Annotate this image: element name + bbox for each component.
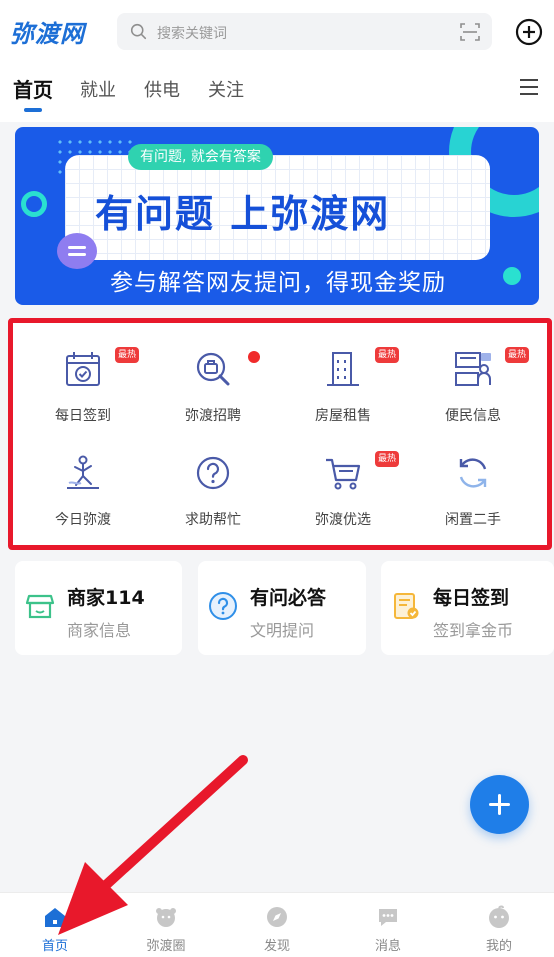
banner-headline: 有问题 上弥渡网 (95, 192, 391, 236)
post-fab-button[interactable] (470, 775, 529, 834)
checkin-icon (394, 593, 419, 619)
nav-messages[interactable]: 消息 (333, 893, 443, 957)
nav-label: 消息 (374, 939, 401, 954)
service-desk-icon (455, 352, 491, 386)
channel-tabs: 首页 就业 供电 关注 (0, 72, 554, 112)
tab-power[interactable]: 供电 (144, 76, 180, 102)
building-icon (327, 352, 359, 386)
grid-label: 弥渡招聘 (185, 408, 241, 424)
message-icon (379, 909, 397, 926)
discover-icon (267, 907, 287, 927)
home-icon (45, 908, 65, 927)
card-subtitle: 文明提问 (250, 621, 315, 640)
active-tab-indicator (24, 108, 42, 112)
bottom-navigation: 首页 弥渡圈 发现 消息 我的 (0, 892, 554, 957)
nav-community[interactable]: 弥渡圈 (111, 893, 221, 957)
nav-label: 首页 (41, 939, 68, 954)
hot-badge: 最热 (375, 347, 400, 363)
add-circle-icon[interactable] (515, 18, 543, 46)
nav-profile[interactable]: 我的 (444, 893, 554, 957)
community-icon (156, 908, 176, 927)
tab-home[interactable]: 首页 (13, 74, 53, 103)
card-subtitle: 商家信息 (67, 621, 132, 640)
grid-item-housing[interactable]: 最热 房屋租售 (283, 339, 403, 429)
nav-label: 弥渡圈 (146, 939, 186, 954)
recycle-icon (459, 458, 487, 488)
menu-icon[interactable] (519, 78, 539, 96)
top-bar: 弥渡网 搜索关键词 首页 就业 供电 关注 (0, 0, 554, 122)
grid-item-recruit[interactable]: 弥渡招聘 (153, 339, 273, 429)
card-title: 有问必答 (250, 587, 327, 609)
profile-icon (489, 905, 509, 928)
decor-circle-small (503, 267, 521, 285)
grid-label: 弥渡优选 (315, 512, 371, 528)
hot-badge: 最热 (505, 347, 530, 363)
grid-label: 便民信息 (445, 408, 501, 424)
grid-label: 今日弥渡 (55, 512, 111, 528)
grid-item-help[interactable]: 求助帮忙 (153, 443, 273, 533)
decor-circle (21, 191, 47, 217)
nav-home[interactable]: 首页 (0, 893, 110, 957)
nav-discover[interactable]: 发现 (222, 893, 332, 957)
hot-badge: 最热 (115, 347, 140, 363)
shopping-cart-icon (326, 458, 361, 490)
card-title: 每日签到 (433, 587, 510, 609)
tab-jobs[interactable]: 就业 (80, 76, 116, 102)
search-bar[interactable]: 搜索关键词 (117, 13, 492, 50)
grid-item-checkin[interactable]: 最热 每日签到 (23, 339, 143, 429)
grid-label: 房屋租售 (315, 408, 371, 424)
chat-bubble-icon (57, 233, 97, 269)
search-briefcase-icon (196, 352, 230, 386)
banner-pill: 有问题, 就会有答案 (128, 144, 273, 170)
question-circle-icon (196, 456, 230, 490)
card-title: 商家114 (67, 587, 145, 609)
grid-label: 求助帮忙 (185, 512, 241, 528)
grid-item-convenience[interactable]: 最热 便民信息 (413, 339, 533, 429)
banner-subline: 参与解答网友提问，得现金奖励 (110, 270, 446, 296)
notification-dot (248, 351, 260, 363)
grid-item-secondhand[interactable]: 闲置二手 (413, 443, 533, 533)
promo-banner[interactable]: 有问题, 就会有答案 有问题 上弥渡网 参与解答网友提问，得现金奖励 (15, 127, 539, 305)
card-subtitle: 签到拿金币 (433, 621, 514, 640)
nav-label: 发现 (263, 939, 290, 954)
shop-icon (25, 594, 55, 619)
card-qa[interactable]: 有问必答 文明提问 (198, 561, 366, 655)
card-merchant[interactable]: 商家114 商家信息 (15, 561, 182, 655)
grid-item-today[interactable]: 今日弥渡 (23, 443, 143, 533)
dancer-icon (67, 455, 99, 489)
question-icon (209, 592, 237, 620)
search-placeholder: 搜索关键词 (157, 26, 227, 42)
grid-item-selection[interactable]: 最热 弥渡优选 (283, 443, 403, 533)
search-icon (130, 23, 147, 40)
hot-badge: 最热 (375, 451, 400, 467)
calendar-check-icon (66, 352, 100, 386)
feature-grid: 最热 每日签到 弥渡招聘 最热 房屋租售 最热 便民信息 今日弥渡 求助帮忙 最… (8, 318, 552, 550)
app-logo[interactable]: 弥渡网 (10, 14, 85, 49)
scan-icon[interactable] (460, 22, 480, 42)
grid-label: 闲置二手 (445, 512, 501, 528)
card-checkin[interactable]: 每日签到 签到拿金币 (381, 561, 554, 655)
nav-label: 我的 (485, 939, 512, 954)
tab-follow[interactable]: 关注 (208, 76, 244, 102)
grid-label: 每日签到 (55, 408, 111, 424)
